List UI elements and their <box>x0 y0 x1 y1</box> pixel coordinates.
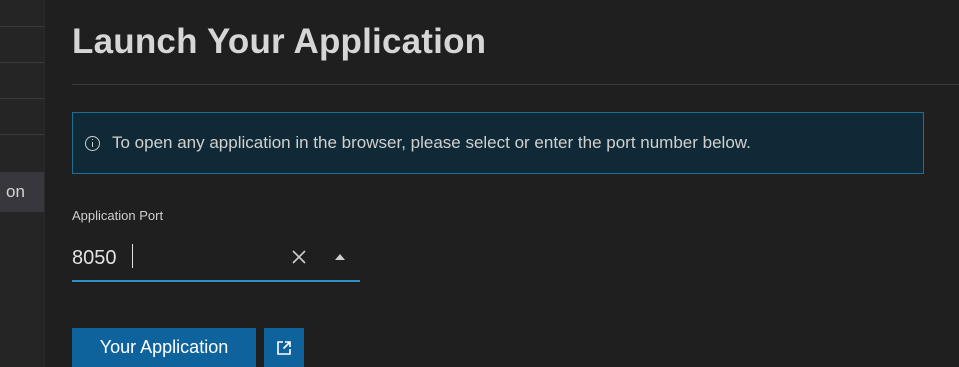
sidebar: on <box>0 0 45 367</box>
sidebar-divider <box>0 134 44 135</box>
external-link-icon <box>277 340 291 355</box>
info-icon <box>85 135 100 151</box>
close-icon[interactable] <box>290 248 308 266</box>
port-input[interactable] <box>72 240 272 276</box>
port-field-label: Application Port <box>72 208 164 223</box>
info-banner: To open any application in the browser, … <box>72 112 924 174</box>
open-external-button[interactable] <box>264 328 304 367</box>
text-cursor <box>132 244 133 268</box>
info-message: To open any application in the browser, … <box>112 133 751 152</box>
sidebar-item-active[interactable]: on <box>0 172 44 212</box>
sidebar-item-label: on <box>6 182 25 201</box>
port-combobox[interactable] <box>72 240 360 282</box>
launch-application-panel: on Launch Your Application To open any a… <box>0 0 959 367</box>
sidebar-divider <box>0 98 44 99</box>
sidebar-divider <box>0 62 44 63</box>
your-application-button[interactable]: Your Application <box>72 328 256 367</box>
caret-up-icon[interactable] <box>334 253 346 261</box>
title-divider <box>72 84 959 85</box>
sidebar-divider <box>0 26 44 27</box>
page-title: Launch Your Application <box>72 22 487 61</box>
